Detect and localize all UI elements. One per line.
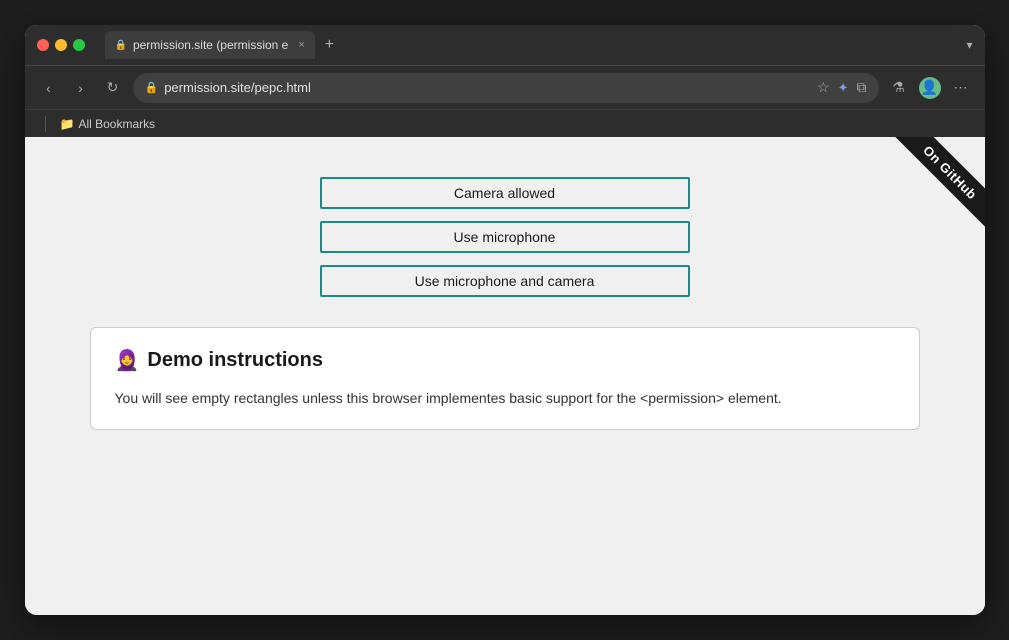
traffic-lights	[37, 39, 85, 51]
use-microphone-button[interactable]: Use microphone	[320, 221, 690, 253]
use-microphone-camera-button[interactable]: Use microphone and camera	[320, 265, 690, 297]
camera-allowed-button[interactable]: Camera allowed	[320, 177, 690, 209]
tab-bar: 🔒 permission.site (permission e × +	[105, 31, 959, 59]
tab-chevron-icon[interactable]: ▾	[966, 38, 972, 52]
lock-icon: 🔒	[145, 81, 159, 94]
page-content: On GitHub Camera allowed Use microphone …	[25, 137, 985, 615]
magic-icon[interactable]: ✦	[838, 80, 849, 96]
star-icon[interactable]: ☆	[817, 79, 830, 96]
browser-window: 🔒 permission.site (permission e × + ▾ ‹ …	[25, 25, 985, 615]
forward-button[interactable]: ›	[69, 76, 93, 100]
demo-title: 🧕 Demo instructions	[115, 348, 895, 373]
bookmarks-bar: 📁 All Bookmarks	[25, 109, 985, 137]
nav-bar: ‹ › ↻ 🔒 permission.site/pepc.html ☆ ✦ ⧉ …	[25, 65, 985, 109]
extensions-icon[interactable]: ⧉	[857, 79, 867, 96]
demo-body-text: You will see empty rectangles unless thi…	[115, 387, 895, 409]
demo-title-text: Demo instructions	[147, 349, 323, 372]
active-tab[interactable]: 🔒 permission.site (permission e ×	[105, 31, 315, 59]
reload-button[interactable]: ↻	[101, 76, 125, 100]
permission-buttons: Camera allowed Use microphone Use microp…	[320, 177, 690, 297]
lab-icon[interactable]: ⚗	[887, 76, 911, 100]
demo-emoji: 🧕	[115, 348, 140, 373]
github-ribbon-label: On GitHub	[890, 137, 984, 232]
tab-close-button[interactable]: ×	[298, 39, 304, 51]
title-bar: 🔒 permission.site (permission e × + ▾	[25, 25, 985, 65]
nav-actions: ⚗ 👤 ⋯	[887, 76, 973, 100]
all-bookmarks-button[interactable]: 📁 All Bookmarks	[54, 115, 162, 133]
tab-favicon: 🔒	[115, 40, 127, 51]
address-actions: ☆ ✦ ⧉	[817, 79, 866, 96]
tab-title: permission.site (permission e	[133, 38, 288, 52]
address-bar[interactable]: 🔒 permission.site/pepc.html ☆ ✦ ⧉	[133, 73, 879, 103]
bookmarks-label: All Bookmarks	[78, 117, 155, 131]
more-menu-icon[interactable]: ⋯	[949, 76, 973, 100]
close-button[interactable]	[37, 39, 49, 51]
bookmarks-divider	[45, 116, 46, 132]
github-ribbon[interactable]: On GitHub	[855, 137, 985, 267]
back-button[interactable]: ‹	[37, 76, 61, 100]
folder-icon: 📁	[60, 117, 75, 131]
url-text: permission.site/pepc.html	[164, 80, 811, 95]
demo-instructions-box: 🧕 Demo instructions You will see empty r…	[90, 327, 920, 430]
minimize-button[interactable]	[55, 39, 67, 51]
avatar[interactable]: 👤	[919, 77, 941, 99]
maximize-button[interactable]	[73, 39, 85, 51]
new-tab-button[interactable]: +	[319, 36, 340, 54]
